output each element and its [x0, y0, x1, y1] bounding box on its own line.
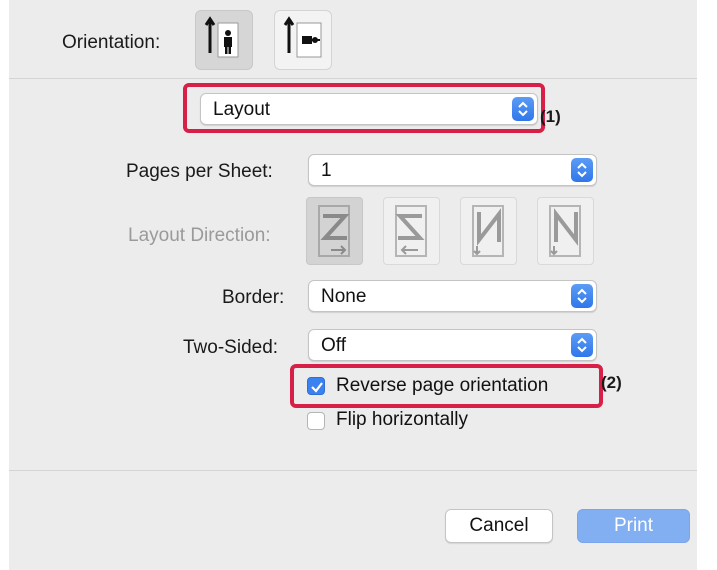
highlight-box-2 — [290, 364, 603, 408]
chevron-updown-icon — [571, 284, 593, 308]
portrait-orientation-button[interactable] — [195, 10, 253, 70]
landscape-orientation-icon — [283, 16, 322, 58]
two-sided-popup[interactable]: Off — [308, 329, 597, 361]
callout-1: (1) — [540, 107, 561, 126]
portrait-orientation-icon — [204, 16, 239, 58]
chevron-updown-icon — [571, 333, 593, 357]
cancel-button[interactable]: Cancel — [445, 509, 553, 543]
pages-per-sheet-popup[interactable]: 1 — [308, 154, 597, 186]
layout-direction-z-button — [306, 197, 363, 265]
flip-horizontally-label[interactable]: Flip horizontally — [336, 409, 468, 431]
border-value: None — [321, 286, 367, 307]
layout-direction-n-button — [537, 197, 594, 265]
page-margin-left — [0, 0, 9, 570]
landscape-orientation-button[interactable] — [274, 10, 332, 70]
pages-per-sheet-value: 1 — [321, 160, 332, 181]
chevron-updown-icon — [571, 158, 593, 182]
z-left-to-right-icon — [318, 205, 350, 257]
n-reverse-top-to-bottom-icon — [472, 205, 504, 257]
layout-direction-label: Layout Direction: — [128, 225, 271, 246]
flip-horizontally-checkbox[interactable] — [307, 412, 325, 430]
layout-direction-n-reverse-button — [460, 197, 517, 265]
s-right-to-left-icon — [395, 205, 427, 257]
two-sided-label: Two-Sided: — [183, 337, 279, 358]
highlight-box-1 — [183, 83, 545, 133]
orientation-label: Orientation: — [62, 32, 161, 53]
callout-2: (2) — [601, 373, 622, 392]
border-label: Border: — [222, 287, 285, 308]
page-margin-right — [697, 0, 717, 570]
two-sided-value: Off — [321, 335, 346, 356]
layout-direction-s-button — [383, 197, 440, 265]
print-button[interactable]: Print — [577, 509, 690, 543]
divider-bottom — [9, 470, 697, 471]
divider-top — [9, 78, 697, 79]
n-top-to-bottom-icon — [549, 205, 581, 257]
border-popup[interactable]: None — [308, 280, 597, 312]
print-dialog: Orientation: Layout (1) Pages per Sheet:… — [9, 0, 697, 570]
pages-per-sheet-label: Pages per Sheet: — [126, 161, 273, 182]
